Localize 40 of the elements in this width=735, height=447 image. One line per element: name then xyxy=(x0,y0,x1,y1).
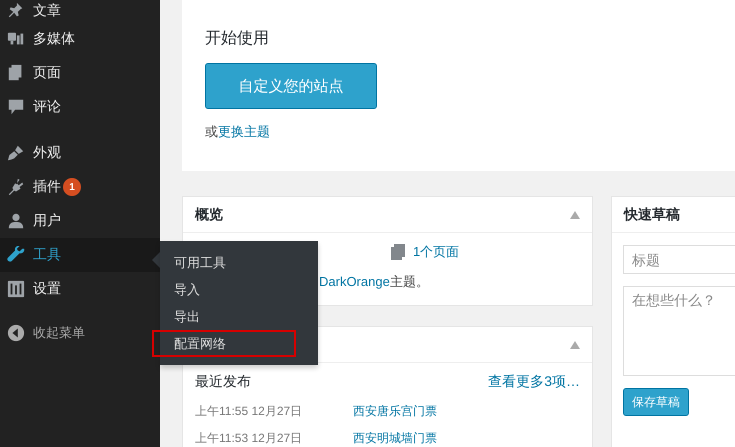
pages-icon xyxy=(391,244,405,260)
sidebar-item[interactable]: 评论 xyxy=(0,90,160,124)
page-count-link[interactable]: 1个页面 xyxy=(413,243,460,261)
sidebar-item[interactable]: 用户 xyxy=(0,204,160,238)
sidebar-item[interactable]: 页面 xyxy=(0,56,160,90)
brush-icon xyxy=(7,144,25,162)
plug-icon xyxy=(7,178,25,196)
comment-icon xyxy=(7,98,25,116)
submenu-item[interactable]: 导入 xyxy=(160,276,318,303)
wrench-icon xyxy=(7,246,25,264)
sidebar-item[interactable]: 外观 xyxy=(0,136,160,170)
collapse-toggle-icon[interactable] xyxy=(570,340,580,348)
card-title: 快速草稿 xyxy=(624,206,680,224)
post-time: 上午11:55 12月27日 xyxy=(195,403,304,420)
change-theme-link[interactable]: 更换主题 xyxy=(218,124,270,139)
section-heading: 开始使用 xyxy=(205,29,269,49)
sidebar-item[interactable]: 文章 xyxy=(0,0,160,22)
sidebar-item[interactable]: 设置 xyxy=(0,272,160,306)
settings-icon xyxy=(7,280,25,298)
user-icon xyxy=(7,212,25,230)
recent-posts-heading: 最近发布 xyxy=(195,373,251,391)
submenu-item[interactable]: 导出 xyxy=(160,303,318,330)
change-theme-sentence: 或更换主题 xyxy=(205,123,270,141)
sidebar-item[interactable]: 工具 xyxy=(0,238,160,272)
post-time: 上午11:53 12月27日 xyxy=(195,430,304,447)
card-title: 概览 xyxy=(195,206,223,224)
title-field[interactable]: 标题 xyxy=(623,245,735,274)
post-title-link[interactable]: 西安明城墙门票 xyxy=(353,430,437,447)
submenu-item[interactable]: 可用工具 xyxy=(160,249,318,276)
submenu-item[interactable]: 配置网络 xyxy=(152,330,296,357)
post-title-link[interactable]: 西安唐乐宫门票 xyxy=(353,403,437,420)
view-more-link[interactable]: 查看更多3项… xyxy=(488,373,580,391)
content-field[interactable]: 在想些什么？ xyxy=(623,286,735,376)
pin-icon xyxy=(7,2,25,20)
sidebar-item[interactable]: 插件 1 xyxy=(0,170,160,204)
update-count-badge: 1 xyxy=(63,178,81,196)
collapse-toggle-icon[interactable] xyxy=(570,210,580,218)
theme-link[interactable]: DarkOrange xyxy=(319,274,390,289)
theme-sentence: DarkOrange主题。 xyxy=(319,273,430,291)
sidebar-item[interactable]: 多媒体 xyxy=(0,22,160,56)
